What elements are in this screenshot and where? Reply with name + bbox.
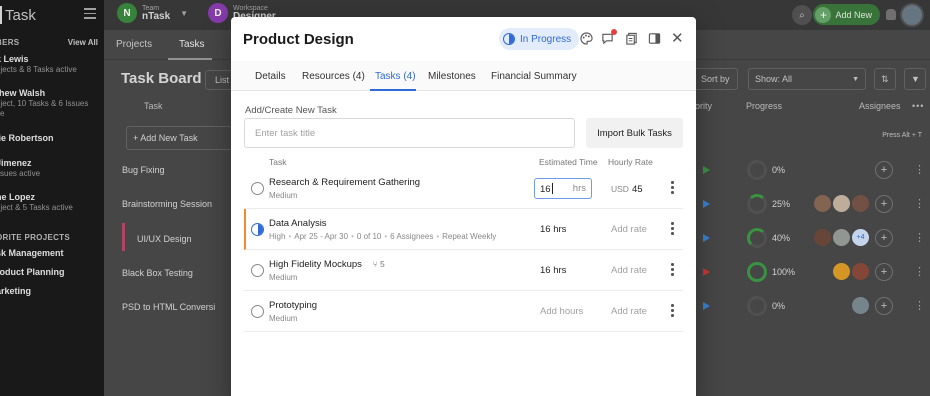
task-menu-icon[interactable] (671, 304, 675, 319)
task-status-checkbox[interactable] (251, 182, 264, 195)
add-rate-link[interactable]: Add rate (611, 265, 647, 276)
subtask-icon: ⑂ 5 (372, 259, 385, 269)
side-panel-icon[interactable] (648, 32, 661, 45)
task-priority: Medium (269, 314, 298, 323)
task-name[interactable]: Prototyping (269, 300, 317, 311)
task-menu-icon[interactable] (671, 222, 675, 237)
task-status-checkbox[interactable] (251, 305, 264, 318)
modal-header: Product Design In Progress ✕ (231, 17, 696, 61)
task-status-checkbox[interactable] (251, 264, 264, 277)
copy-icon[interactable] (625, 32, 638, 45)
task-menu-icon[interactable] (671, 181, 675, 196)
tab-details[interactable]: Details (255, 71, 286, 82)
hourly-rate-value[interactable]: USD 45 (611, 184, 643, 195)
in-progress-icon (503, 33, 515, 45)
task-meta: High • Apr 25 - Apr 30 • 0 of 10 • 6 Assignees… (269, 232, 497, 241)
import-bulk-tasks-button[interactable]: Import Bulk Tasks (586, 118, 683, 148)
estimated-hours[interactable]: 16 hrs (540, 265, 566, 276)
in-progress-icon[interactable] (251, 223, 264, 236)
add-task-label: Add/Create New Task (245, 105, 337, 116)
task-priority: Medium (269, 191, 298, 200)
task-row[interactable]: Data Analysis High • Apr 25 - Apr 30 • 0 of … (244, 209, 683, 250)
task-row[interactable]: Research & Requirement Gathering Medium … (244, 168, 683, 209)
task-row[interactable]: Prototyping Medium Add hours Add rate (244, 291, 683, 332)
task-menu-icon[interactable] (671, 263, 675, 278)
active-tab-indicator (370, 89, 416, 91)
column-hourly-rate: Hourly Rate (608, 157, 653, 167)
add-rate-link[interactable]: Add rate (611, 224, 647, 235)
modal-tabs: Details Resources (4) Tasks (4) Mileston… (231, 61, 696, 91)
hours-input[interactable]: 16 hrs (534, 178, 592, 199)
task-priority: Medium (269, 273, 298, 282)
task-name-wrap[interactable]: High Fidelity Mockups ⑂ 5 (269, 259, 385, 270)
modal-title: Product Design (243, 31, 354, 48)
tab-resources[interactable]: Resources (4) (302, 71, 365, 82)
tab-financial-summary[interactable]: Financial Summary (491, 71, 577, 82)
project-modal: Product Design In Progress ✕ Details Res… (231, 17, 696, 396)
add-hours-link[interactable]: Add hours (540, 306, 583, 317)
task-title-input[interactable] (244, 118, 575, 148)
status-badge[interactable]: In Progress (499, 28, 580, 50)
palette-icon[interactable] (580, 32, 593, 45)
tab-tasks[interactable]: Tasks (4) (375, 71, 416, 82)
add-rate-link[interactable]: Add rate (611, 306, 647, 317)
notification-dot (611, 29, 617, 35)
close-icon[interactable]: ✕ (671, 29, 684, 47)
column-task: Task (269, 157, 287, 167)
column-estimated-time: Estimated Time (539, 157, 598, 167)
task-row[interactable]: High Fidelity Mockups ⑂ 5 Medium 16 hrs … (244, 250, 683, 291)
task-name[interactable]: Data Analysis (269, 218, 327, 229)
estimated-hours[interactable]: 16 hrs (540, 224, 566, 235)
tab-milestones[interactable]: Milestones (428, 71, 476, 82)
task-name[interactable]: Research & Requirement Gathering (269, 177, 420, 188)
